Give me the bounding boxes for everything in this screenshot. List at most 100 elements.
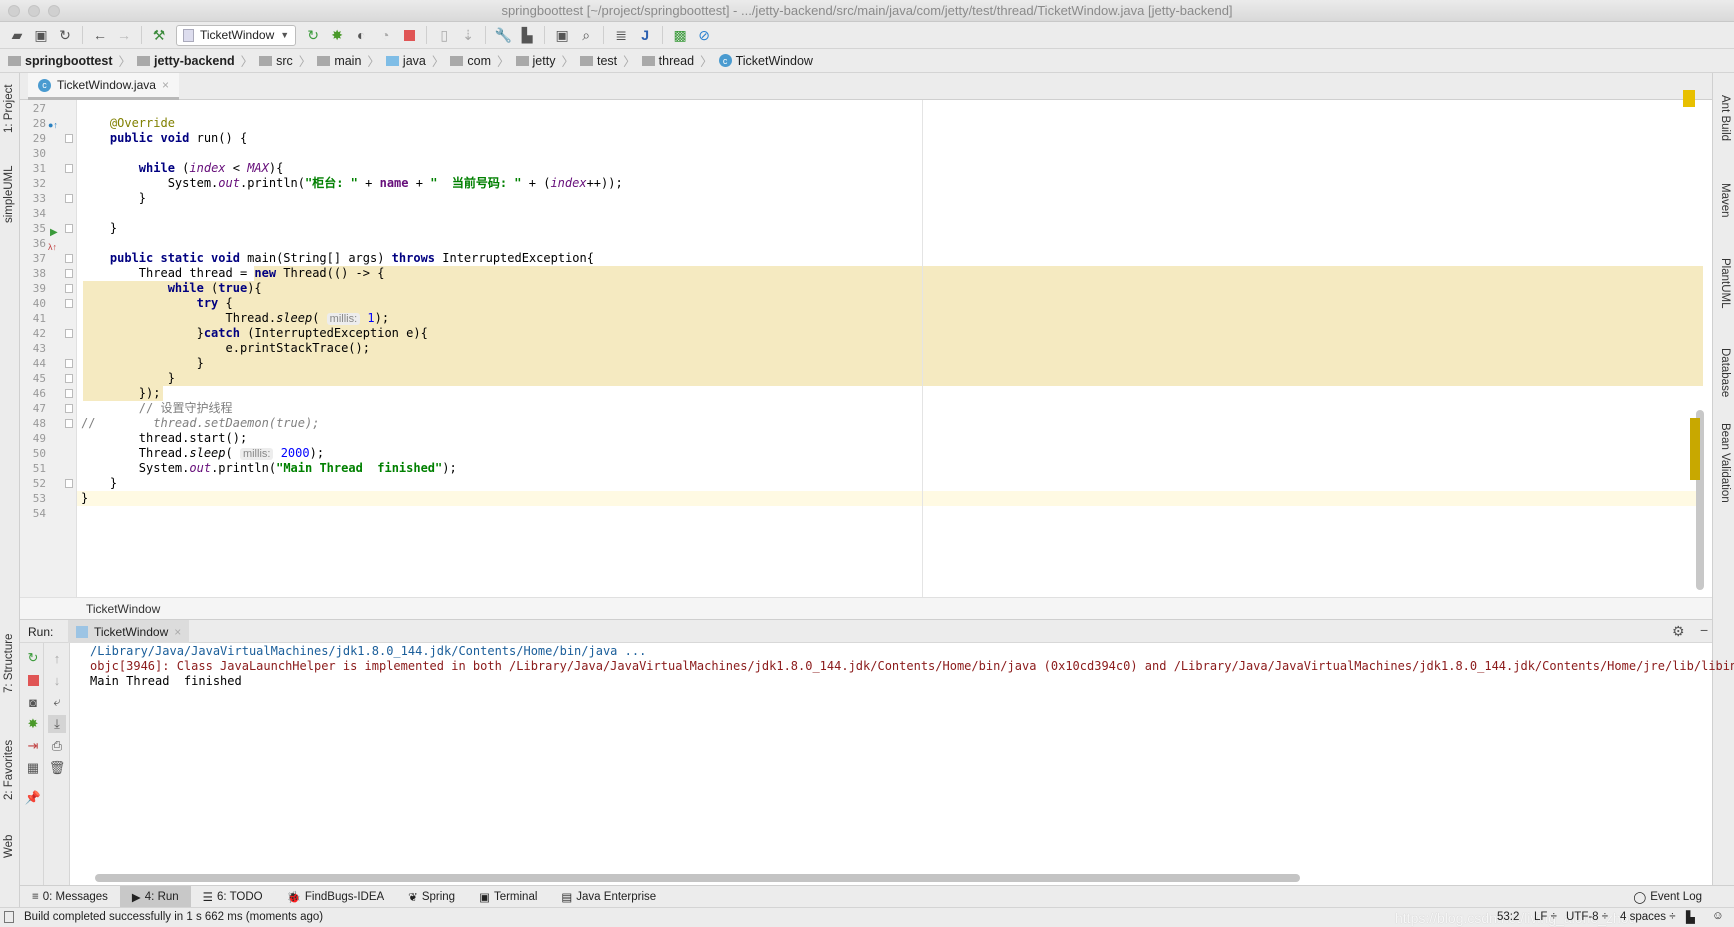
terminal-icon[interactable]: ▣ xyxy=(551,25,573,45)
toggle-panels-icon[interactable] xyxy=(4,911,14,923)
code-line: } xyxy=(81,371,175,386)
scroll-to-end-icon[interactable]: ⤓ xyxy=(48,715,66,733)
profile-icon[interactable]: ◔ xyxy=(374,25,396,45)
build-hammer-icon[interactable]: ⚒ xyxy=(148,25,170,45)
breadcrumb-item[interactable]: springboottest xyxy=(8,54,113,68)
tool-window-java-enterprise[interactable]: ▤ Java Enterprise xyxy=(549,886,668,908)
coverage-icon[interactable]: ◐ xyxy=(350,25,372,45)
tool-plantuml[interactable]: PlantUML xyxy=(1719,258,1731,309)
pin-icon[interactable]: 📌 xyxy=(24,789,42,807)
stop-icon[interactable] xyxy=(398,25,420,45)
inspector-icon[interactable]: ☺ xyxy=(1712,910,1724,922)
tool-window-label: 0: Messages xyxy=(42,890,108,903)
debug-icon[interactable]: ✸ xyxy=(24,715,42,733)
line-separator[interactable]: LF ÷ xyxy=(1534,911,1557,923)
layout-icon[interactable]: ▦ xyxy=(24,759,42,777)
tool-web[interactable]: Web xyxy=(3,835,15,858)
breadcrumb-item[interactable]: com xyxy=(450,54,491,68)
gear-icon[interactable]: ⚙ xyxy=(1672,623,1685,640)
stop-icon[interactable] xyxy=(24,671,42,689)
indent-setting[interactable]: 4 spaces ÷ xyxy=(1620,911,1676,923)
exit-icon[interactable]: ⇥ xyxy=(24,737,42,755)
breadcrumb-label: TicketWindow xyxy=(735,53,813,68)
tab-ticketwindow-java[interactable]: c TicketWindow.java × xyxy=(28,73,179,100)
breadcrumb-label: springboottest xyxy=(25,53,113,68)
tool-simpleuml[interactable]: simpleUML xyxy=(3,165,15,223)
tool-bean-validation[interactable]: Bean Validation xyxy=(1719,423,1731,503)
lock-icon[interactable]: ▙ xyxy=(1686,910,1695,924)
console-line: objc[3946]: Class JavaLaunchHelper is im… xyxy=(90,659,1734,673)
print-icon[interactable]: ⎙ xyxy=(48,737,66,755)
error-stripe-marker[interactable] xyxy=(1690,418,1700,480)
close-run-tab-icon[interactable]: × xyxy=(174,625,181,639)
breadcrumb-item[interactable]: src xyxy=(259,54,293,68)
tool-window--messages[interactable]: ≡ 0: Messages xyxy=(20,886,120,908)
activity-monitor-icon[interactable]: ▩ xyxy=(669,25,691,45)
file-encoding[interactable]: UTF-8 ÷ xyxy=(1566,911,1608,923)
breadcrumb-item[interactable]: test xyxy=(579,54,617,68)
tool-maven[interactable]: Maven xyxy=(1719,183,1731,218)
tool-database[interactable]: Database xyxy=(1719,348,1731,397)
vcs-icon[interactable]: ⇣ xyxy=(457,25,479,45)
wrench-settings-icon[interactable]: 🔧 xyxy=(492,25,514,45)
tool-structure[interactable]: 7: Structure xyxy=(3,634,15,693)
forward-icon[interactable]: → xyxy=(113,25,135,45)
tool-favorites[interactable]: 2: Favorites xyxy=(3,740,15,800)
tool-project[interactable]: 1: Project xyxy=(3,84,15,133)
code-editor[interactable]: ●↑ ▶ λ↑ 27 28 29 30 31 32 33 34 35 36 37 38 39 40 41 42… xyxy=(20,95,1712,597)
tool-window-terminal[interactable]: ▣ Terminal xyxy=(467,886,549,908)
disable-icon[interactable]: ⊘ xyxy=(693,25,715,45)
tool-window--todo[interactable]: ☰ 6: TODO xyxy=(191,886,275,908)
run-label: Run: xyxy=(28,625,54,639)
jrebel-icon[interactable]: J xyxy=(634,25,656,45)
tool-window-findbugs-idea[interactable]: 🐞 FindBugs-IDEA xyxy=(275,886,397,908)
folder-icon xyxy=(259,55,273,66)
project-structure-icon[interactable]: ▙ xyxy=(516,25,538,45)
code-token: } xyxy=(81,476,118,490)
hide-panel-icon[interactable]: − xyxy=(1700,622,1708,638)
editor-breadcrumb-item[interactable]: TicketWindow xyxy=(86,602,160,616)
run-tab-label: TicketWindow xyxy=(94,624,169,639)
sync-icon[interactable]: ↻ xyxy=(54,25,76,45)
run-configuration-select[interactable]: TicketWindow ▼ xyxy=(176,24,297,46)
tool-window-icon: ≡ xyxy=(32,890,39,903)
code-token: thread.start(); xyxy=(81,431,248,445)
code-token: @Override xyxy=(81,116,175,130)
close-tab-icon[interactable]: × xyxy=(162,78,169,92)
rerun-icon[interactable]: ↻ xyxy=(302,25,324,45)
code-token: " 当前号码: " xyxy=(430,176,522,190)
code-line: } xyxy=(81,221,117,236)
sdk-icon[interactable]: ≣ xyxy=(610,25,632,45)
breadcrumb-item[interactable]: thread xyxy=(641,54,694,68)
soft-wrap-icon[interactable]: ⤶ xyxy=(48,693,66,711)
search-icon[interactable]: ⌕ xyxy=(575,25,597,45)
trash-icon[interactable]: 🗑 xyxy=(48,759,66,777)
down-arrow-icon[interactable]: ↓ xyxy=(48,671,66,689)
code-line: }catch (InterruptedException e){ xyxy=(81,326,428,341)
tool-window-spring[interactable]: ❦ Spring xyxy=(396,886,467,908)
run-console[interactable]: ↻ ◙ ✸ ⇥ ▦ 📌 ↑ ↓ ⤶ ⤓ ⎙ 🗑 /Library/Java/Ja… xyxy=(20,643,1734,885)
breadcrumb-item[interactable]: jetty xyxy=(515,54,555,68)
code-line: while (true){ xyxy=(81,281,262,296)
camera-icon[interactable]: ◙ xyxy=(24,693,42,711)
attach-icon[interactable]: ▯ xyxy=(433,25,455,45)
breadcrumb-item[interactable]: c TicketWindow xyxy=(718,53,813,68)
breadcrumb-item[interactable]: java xyxy=(385,54,426,68)
run-tab-ticketwindow[interactable]: TicketWindow × xyxy=(68,620,190,643)
tool-window-icon: ▤ xyxy=(561,891,573,904)
open-icon[interactable]: ▰ xyxy=(6,25,28,45)
event-log-button[interactable]: ◯ Event Log xyxy=(1621,886,1714,908)
inspection-status-icon[interactable] xyxy=(1683,90,1695,102)
tool-window--run[interactable]: ▶ 4: Run xyxy=(119,885,191,908)
debug-icon[interactable]: ✸ xyxy=(326,25,348,45)
rerun-icon[interactable]: ↻ xyxy=(24,649,42,667)
tool-ant-build[interactable]: Ant Build xyxy=(1719,95,1731,141)
save-icon[interactable]: ▣ xyxy=(30,25,52,45)
up-arrow-icon[interactable]: ↑ xyxy=(48,649,66,667)
back-icon[interactable]: ← xyxy=(89,25,111,45)
breadcrumb-item[interactable]: main xyxy=(317,54,361,68)
caret-position[interactable]: 53:2 xyxy=(1497,911,1519,923)
java-class-icon: c xyxy=(718,54,732,67)
breadcrumb-item[interactable]: jetty-backend xyxy=(137,54,235,68)
horizontal-scrollbar[interactable] xyxy=(95,874,1300,882)
